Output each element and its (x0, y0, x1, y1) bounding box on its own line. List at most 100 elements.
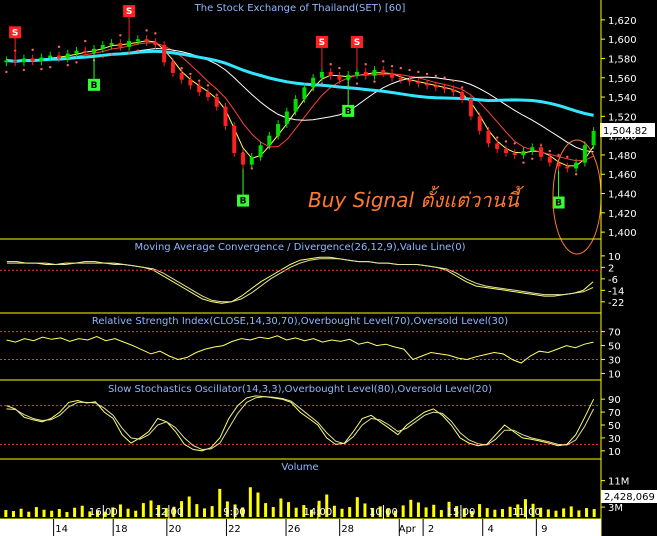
volume-bar (577, 510, 581, 517)
volume-bar (332, 505, 336, 517)
x-day-label: 2 (428, 524, 434, 535)
candle-body (153, 42, 158, 45)
candle-body (65, 53, 70, 59)
volume-bar (11, 511, 15, 517)
price-tick-label: 1,520 (608, 112, 637, 123)
price-tick-label: 1,460 (608, 170, 637, 181)
candle-body (381, 70, 386, 73)
last-price-label: 1,504.82 (603, 126, 648, 137)
signal-label: S (126, 7, 132, 17)
rsi-tick-label: 70 (608, 328, 621, 339)
x-time-label: 14:00 (303, 507, 332, 518)
x-time-label: 10:00 (369, 507, 398, 518)
volume-bar (355, 497, 359, 517)
sar-dot (180, 66, 183, 70)
price-tick-label: 1,600 (608, 35, 637, 46)
candle-body (197, 85, 202, 93)
volume-bar (210, 506, 214, 517)
candle-body (205, 92, 210, 98)
signal-label: S (12, 28, 18, 38)
x-axis-time-labels: 16:00 12:00 9:00 14:00 10:00 15:00 11:00 (89, 505, 541, 519)
sar-dot (338, 66, 341, 70)
candle-body (293, 98, 298, 112)
candle-body (372, 70, 377, 76)
rsi-tick-label: 10 (608, 370, 621, 381)
candle-body (170, 62, 175, 73)
x-day-label: 20 (168, 524, 181, 535)
price-tick-label: 1,620 (608, 16, 637, 27)
candle-body (363, 71, 368, 76)
sar-dot (66, 64, 69, 67)
sar-dot (57, 45, 61, 49)
candle-body (188, 79, 193, 86)
volume-tick-label: 11M (608, 477, 629, 488)
sar-dot (355, 82, 359, 85)
x-day-label: 9 (541, 524, 547, 535)
volume-bar (294, 507, 298, 517)
volume-bar (126, 508, 130, 517)
last-volume-label: 2,428,069 (604, 492, 655, 503)
macd-tick-label: -6 (608, 275, 618, 286)
volume-bar (19, 508, 23, 517)
price-tick-label: 1,560 (608, 74, 637, 85)
volume-bar (50, 510, 54, 517)
volume-bar (348, 507, 352, 517)
x-day-label: 18 (115, 524, 128, 535)
macd-tick-label: -14 (608, 286, 624, 297)
x-day-label: Apr (399, 524, 417, 535)
x-day-label: 28 (341, 524, 354, 535)
stochastic-tick-label: 10 (608, 447, 621, 458)
volume-bar (409, 499, 413, 517)
x-day-label: 26 (288, 524, 301, 535)
candle-body (241, 153, 246, 165)
volume-bar (485, 508, 489, 517)
sar-dot (5, 70, 8, 74)
volume-bar (271, 507, 275, 517)
candle-body (249, 156, 254, 165)
sar-dot (22, 68, 26, 72)
macd-tick-label: 10 (608, 252, 621, 263)
signal-label: B (91, 81, 98, 91)
candle-body (276, 124, 281, 136)
candle-body (284, 111, 289, 125)
volume-bar (134, 510, 138, 517)
sar-dot (557, 153, 560, 157)
macd-tick-label: -22 (608, 298, 624, 309)
volume-bar (218, 488, 222, 517)
sar-dot (320, 82, 324, 85)
candle-body (39, 57, 44, 62)
rsi-tick-label: 30 (608, 356, 621, 367)
x-day-label: 4 (488, 524, 494, 535)
candle-body (214, 97, 219, 107)
volume-bar (432, 504, 436, 517)
sar-dot (443, 76, 446, 79)
volume-bar (279, 498, 283, 517)
price-tick-label: 1,580 (608, 54, 637, 65)
signal-label: S (319, 38, 325, 48)
x-day-label: 22 (228, 524, 241, 535)
candle-body (21, 58, 26, 63)
sar-dot (40, 67, 43, 71)
rsi-tick-label: 50 (608, 342, 621, 353)
sar-dot (496, 136, 499, 139)
candle-body (591, 130, 596, 146)
sar-dot (408, 68, 411, 72)
sar-dot (145, 29, 148, 32)
signal-label: B (555, 199, 562, 209)
candle-body (337, 75, 342, 80)
volume-bar (554, 510, 558, 517)
candle-body (109, 43, 114, 45)
candle-body (162, 44, 167, 63)
stochastic-panel-title: Slow Stochastics Oscillator(14,3,3),Over… (108, 384, 492, 395)
sar-dot (390, 64, 394, 68)
volume-bar (27, 511, 31, 517)
volume-bar (57, 509, 61, 517)
stochastic-tick-label: 70 (608, 408, 621, 419)
volume-bar (149, 500, 153, 517)
macd-panel-title: Moving Average Convergence / Divergence(… (135, 242, 466, 253)
candle-body (574, 162, 579, 169)
candle-body (223, 106, 228, 126)
candle-body (83, 50, 88, 53)
sar-dot (329, 63, 332, 66)
volume-bar (562, 508, 566, 517)
